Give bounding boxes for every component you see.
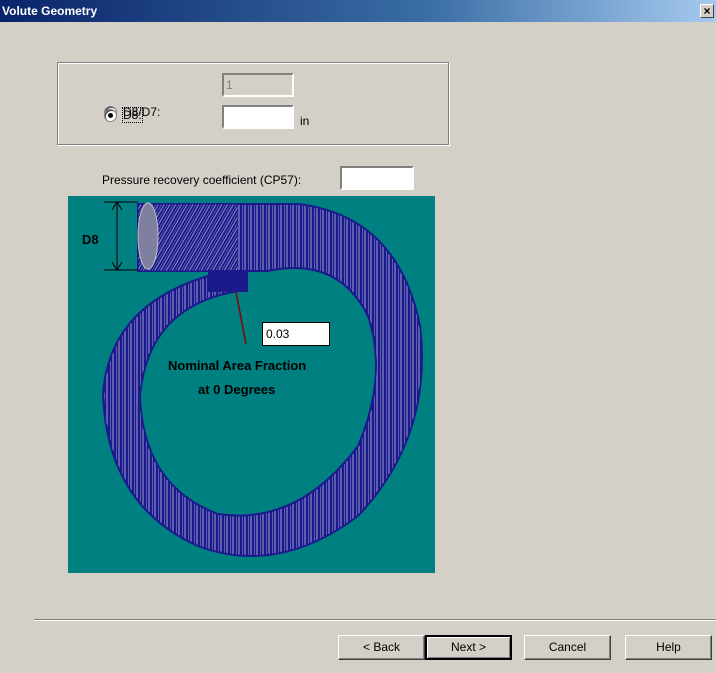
- d8-diagram-label: D8: [82, 232, 99, 247]
- leader-line: [235, 291, 247, 345]
- d8-input[interactable]: [222, 105, 294, 129]
- window-title: Volute Geometry: [2, 4, 98, 18]
- pressure-recovery-input[interactable]: [340, 166, 414, 190]
- outlet-face: [137, 202, 159, 270]
- volute-diagram: D8 Nominal Area Fraction at 0 Degrees: [68, 196, 435, 573]
- annotation-line-2: at 0 Degrees: [198, 382, 276, 397]
- area-fraction-input[interactable]: 0.03: [262, 322, 330, 346]
- next-button[interactable]: Next >: [425, 635, 512, 660]
- pressure-recovery-label: Pressure recovery coefficient (CP57):: [102, 173, 302, 187]
- close-button[interactable]: ×: [700, 4, 714, 18]
- back-button[interactable]: < Back: [338, 635, 425, 660]
- radio-d8[interactable]: [104, 108, 117, 122]
- title-bar: Volute Geometry ×: [0, 0, 716, 22]
- button-separator: [34, 619, 716, 621]
- help-button[interactable]: Help: [625, 635, 712, 660]
- radio-d8-row[interactable]: D8:: [104, 107, 143, 123]
- annotation-line-1: Nominal Area Fraction: [168, 358, 307, 373]
- radio-d8-label: D8:: [122, 107, 143, 123]
- tongue: [208, 270, 248, 292]
- close-icon: ×: [703, 4, 711, 18]
- cancel-button[interactable]: Cancel: [524, 635, 611, 660]
- d8-unit: in: [300, 114, 310, 128]
- ratio-input: 1: [222, 73, 294, 97]
